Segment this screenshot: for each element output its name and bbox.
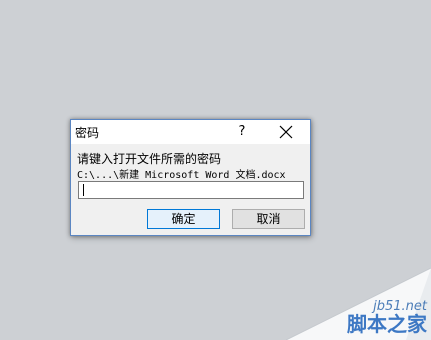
dialog-title: 密码 bbox=[75, 126, 100, 140]
close-icon bbox=[279, 125, 293, 139]
cancel-button[interactable]: 取消 bbox=[232, 209, 305, 229]
password-dialog: 密码 ? 请键入打开文件所需的密码 C:\...\新建 Microsoft Wo… bbox=[70, 119, 311, 236]
password-prompt: 请键入打开文件所需的密码 bbox=[77, 152, 222, 166]
password-input[interactable] bbox=[78, 181, 304, 199]
text-caret bbox=[83, 184, 84, 196]
close-button[interactable] bbox=[274, 122, 298, 142]
file-path: C:\...\新建 Microsoft Word 文档.docx bbox=[77, 170, 286, 181]
watermark: jb51.net 脚本之家 bbox=[286, 268, 431, 340]
help-button[interactable]: ? bbox=[232, 122, 252, 142]
ok-button[interactable]: 确定 bbox=[147, 209, 220, 229]
watermark-name: 脚本之家 bbox=[347, 312, 427, 336]
dialog-titlebar[interactable]: 密码 ? bbox=[71, 120, 310, 144]
